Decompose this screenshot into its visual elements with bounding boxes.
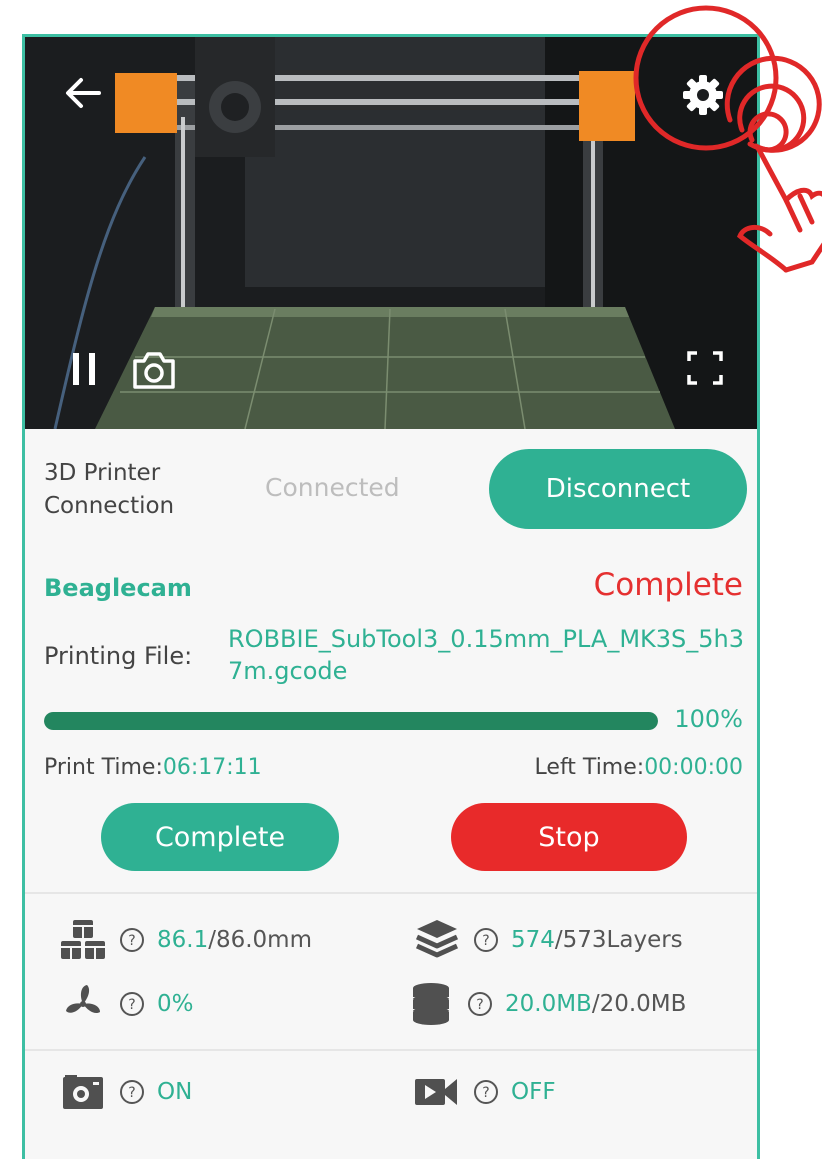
print-time: Print Time:06:17:11: [44, 755, 262, 780]
cubes-icon: [61, 920, 105, 959]
back-button[interactable]: [61, 71, 105, 115]
arrow-left-icon: [66, 78, 101, 108]
left-time: Left Time:00:00:00: [535, 755, 743, 780]
printing-file-label: Printing File:: [44, 642, 193, 670]
help-icon[interactable]: ?: [473, 927, 499, 953]
help-icon[interactable]: ?: [119, 1079, 145, 1105]
layers-current: 574: [511, 927, 555, 953]
video-camera-icon: [415, 1079, 457, 1105]
svg-text:?: ?: [128, 997, 135, 1013]
stat-record[interactable]: ? OFF: [411, 1069, 556, 1115]
layers-total: /573Layers: [554, 927, 683, 953]
divider: [25, 892, 757, 894]
help-icon[interactable]: ?: [119, 991, 145, 1017]
stat-storage: ? 20.0MB/20.0MB: [405, 981, 686, 1027]
app-frame: 3D Printer Connection Connected Disconne…: [22, 34, 760, 1159]
record-value: OFF: [511, 1079, 556, 1105]
settings-button[interactable]: [675, 67, 731, 123]
layers-icon: [415, 920, 459, 958]
print-progress-bar: [44, 712, 658, 730]
connection-label: 3D Printer Connection: [44, 460, 175, 519]
stat-fan: ? 0%: [57, 981, 194, 1027]
print-progress-fill: [44, 712, 658, 730]
fan-value: 0%: [157, 991, 194, 1017]
camera-feed[interactable]: [25, 37, 757, 429]
print-time-value: 06:17:11: [162, 755, 262, 780]
camera-name: Beaglecam: [44, 574, 192, 602]
timelapse-value: ON: [157, 1079, 193, 1105]
print-progress-percent: 100%: [674, 705, 743, 733]
disconnect-button[interactable]: Disconnect: [489, 449, 747, 529]
stat-timelapse[interactable]: ? ON: [57, 1069, 192, 1115]
snapshot-button[interactable]: [129, 347, 179, 393]
left-time-label: Left Time:: [534, 755, 645, 780]
connection-status: Connected: [265, 473, 400, 502]
help-icon[interactable]: ?: [119, 927, 145, 953]
pause-icon: [73, 353, 95, 385]
stat-layers: ? 574/573Layers: [411, 917, 683, 963]
storage-total: /20.0MB: [591, 991, 687, 1017]
print-time-label: Print Time:: [44, 755, 163, 780]
print-state: Complete: [593, 567, 743, 603]
gear-icon: [683, 75, 723, 115]
help-icon[interactable]: ?: [473, 1079, 499, 1105]
svg-text:?: ?: [128, 933, 135, 949]
camera-icon: [63, 1075, 103, 1109]
fullscreen-icon: [687, 351, 723, 385]
camera-icon: [133, 352, 175, 389]
complete-button[interactable]: Complete: [101, 803, 339, 871]
divider: [25, 1049, 757, 1051]
fan-icon: [66, 985, 100, 1014]
fullscreen-button[interactable]: [681, 345, 729, 391]
storage-current: 20.0MB: [505, 991, 592, 1017]
help-icon[interactable]: ?: [467, 991, 493, 1017]
svg-text:?: ?: [476, 997, 483, 1013]
height-total: /86.0mm: [208, 927, 312, 953]
svg-text:?: ?: [482, 933, 489, 949]
svg-text:?: ?: [128, 1085, 135, 1101]
printing-file-name: ROBBIE_SubTool3_0.15mm_PLA_MK3S_5h37m.gc…: [228, 625, 745, 685]
database-icon: [413, 983, 449, 1025]
pause-button[interactable]: [65, 347, 105, 391]
left-time-value: 00:00:00: [644, 755, 743, 780]
stop-button[interactable]: Stop: [451, 803, 687, 871]
stat-height: ? 86.1/86.0mm: [57, 917, 312, 963]
height-current: 86.1: [157, 927, 209, 953]
svg-text:?: ?: [482, 1085, 489, 1101]
